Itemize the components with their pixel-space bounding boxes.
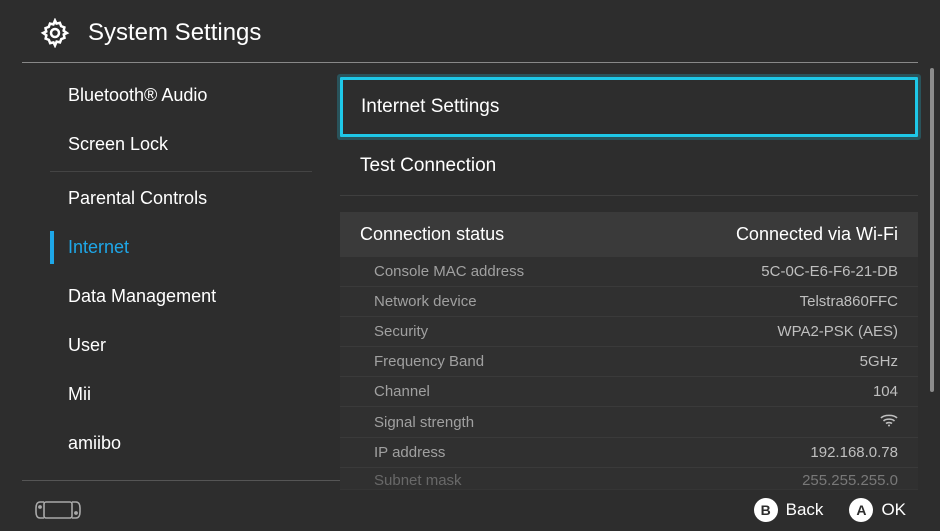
- controller-icon: [34, 499, 82, 521]
- status-label: Subnet mask: [374, 472, 462, 489]
- sidebar: Bluetooth® Audio Screen Lock Parental Co…: [22, 63, 312, 480]
- connection-status-summary: Connected via Wi-Fi: [736, 224, 898, 245]
- gear-icon: [40, 18, 70, 48]
- status-label: Signal strength: [374, 414, 474, 431]
- menu-item-test-connection[interactable]: Test Connection: [340, 137, 918, 196]
- status-value: 255.255.255.0: [802, 472, 898, 489]
- content: Bluetooth® Audio Screen Lock Parental Co…: [0, 63, 940, 480]
- status-label: Console MAC address: [374, 263, 524, 280]
- status-row-signal-strength: Signal strength: [340, 407, 918, 438]
- status-row-subnet-mask: Subnet mask 255.255.255.0: [340, 468, 918, 490]
- connection-status-header: Connection status Connected via Wi-Fi: [340, 212, 918, 257]
- status-label: Security: [374, 323, 428, 340]
- wifi-icon: [880, 413, 898, 431]
- sidebar-item-screen-lock[interactable]: Screen Lock: [22, 120, 312, 169]
- status-label: Frequency Band: [374, 353, 484, 370]
- footer-buttons: B Back A OK: [754, 498, 906, 522]
- connection-status-section: Connection status Connected via Wi-Fi Co…: [340, 212, 918, 490]
- back-button[interactable]: B Back: [754, 498, 824, 522]
- status-value: 192.168.0.78: [810, 444, 898, 461]
- status-value: 5GHz: [860, 353, 898, 370]
- sidebar-item-mii[interactable]: Mii: [22, 370, 312, 419]
- sidebar-item-internet[interactable]: Internet: [22, 223, 312, 272]
- status-row-ip-address: IP address 192.168.0.78: [340, 438, 918, 468]
- sidebar-item-user[interactable]: User: [22, 321, 312, 370]
- sidebar-item-data-management[interactable]: Data Management: [22, 272, 312, 321]
- main-panel: Internet Settings Test Connection Connec…: [312, 63, 918, 480]
- connection-status-title: Connection status: [360, 224, 504, 245]
- status-row-mac: Console MAC address 5C-0C-E6-F6-21-DB: [340, 257, 918, 287]
- sidebar-item-parental-controls[interactable]: Parental Controls: [22, 174, 312, 223]
- status-label: Network device: [374, 293, 477, 310]
- status-label: Channel: [374, 383, 430, 400]
- status-value: Telstra860FFC: [800, 293, 898, 310]
- status-value: WPA2-PSK (AES): [777, 323, 898, 340]
- ok-button[interactable]: A OK: [849, 498, 906, 522]
- scrollbar[interactable]: [930, 68, 934, 392]
- status-value: 104: [873, 383, 898, 400]
- sidebar-item-bluetooth-audio[interactable]: Bluetooth® Audio: [22, 71, 312, 120]
- header: System Settings: [0, 0, 940, 62]
- page-title: System Settings: [88, 19, 261, 47]
- ok-label: OK: [881, 500, 906, 520]
- divider: [50, 171, 312, 172]
- connection-status-rows: Console MAC address 5C-0C-E6-F6-21-DB Ne…: [340, 257, 918, 490]
- status-row-frequency-band: Frequency Band 5GHz: [340, 347, 918, 377]
- status-label: IP address: [374, 444, 445, 461]
- b-button-icon: B: [754, 498, 778, 522]
- status-row-security: Security WPA2-PSK (AES): [340, 317, 918, 347]
- status-row-network-device: Network device Telstra860FFC: [340, 287, 918, 317]
- status-value: 5C-0C-E6-F6-21-DB: [761, 263, 898, 280]
- status-row-channel: Channel 104: [340, 377, 918, 407]
- menu-item-internet-settings[interactable]: Internet Settings: [340, 77, 918, 137]
- back-label: Back: [786, 500, 824, 520]
- a-button-icon: A: [849, 498, 873, 522]
- sidebar-item-amiibo[interactable]: amiibo: [22, 419, 312, 468]
